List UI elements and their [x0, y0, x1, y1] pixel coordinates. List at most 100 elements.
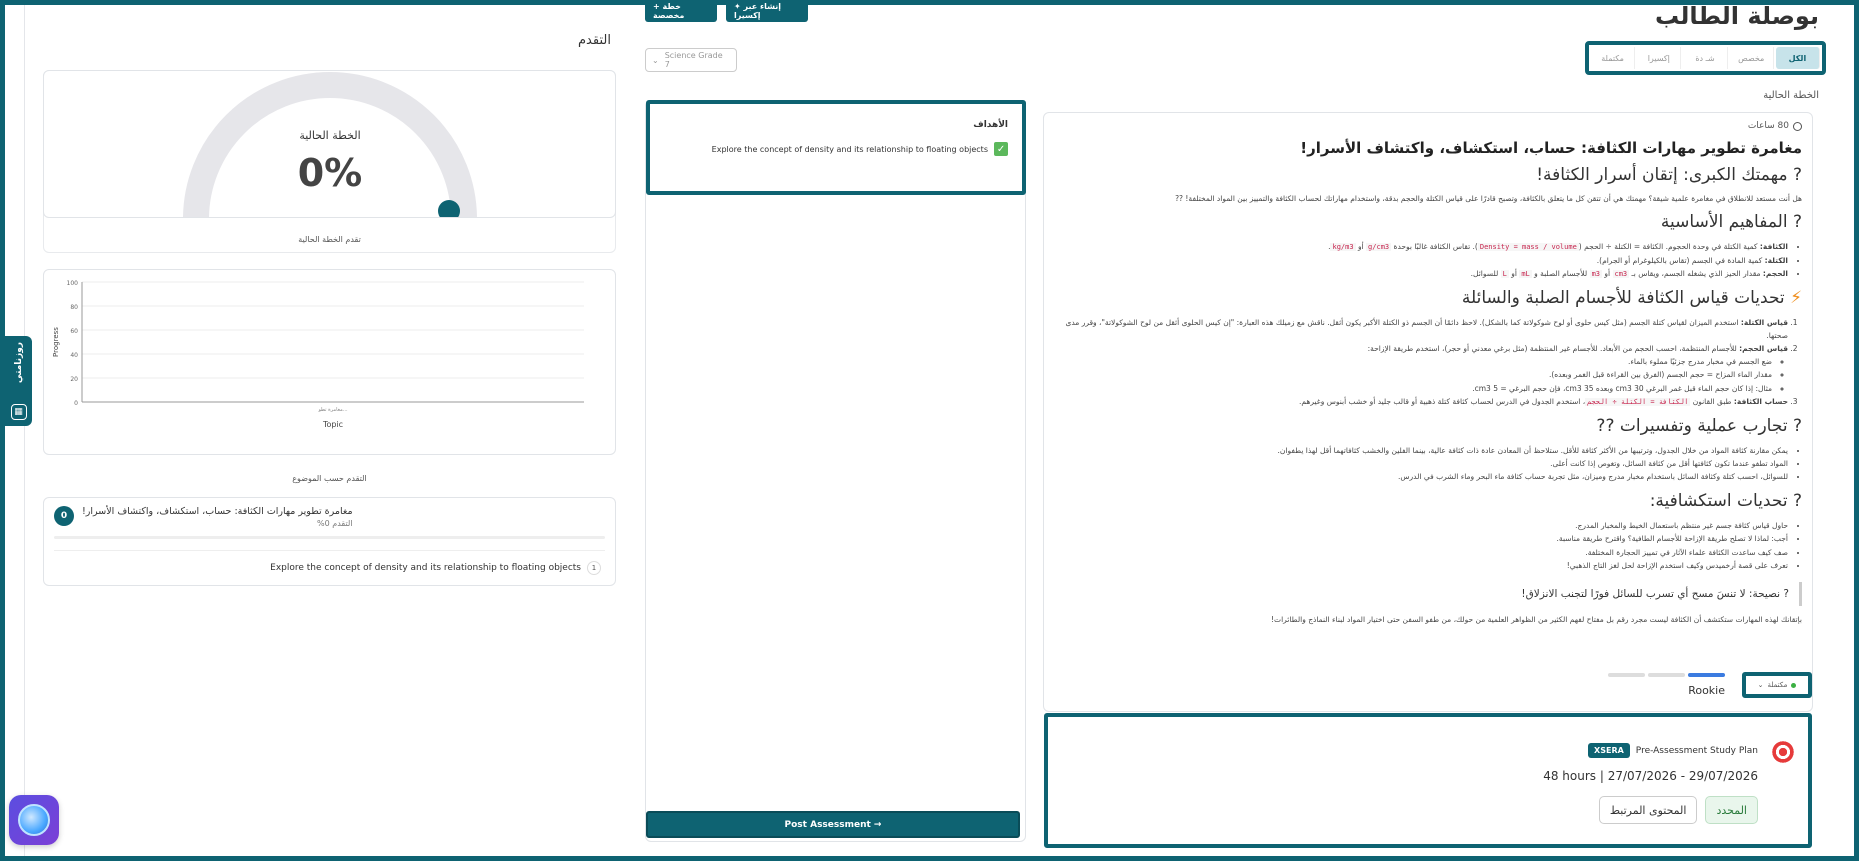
level-bar [1688, 673, 1725, 677]
status-dropdown[interactable]: ⌄ مكتملة [1742, 672, 1812, 698]
side-tab-label: روزنامتي [13, 342, 24, 384]
y-tick-label: 80 [70, 304, 78, 311]
objective-text: Explore the concept of density and its r… [711, 144, 988, 154]
lightning-icon: ⚡ [1790, 287, 1802, 308]
status-dot-icon [1791, 682, 1797, 688]
related-content-button[interactable]: المحتوى المرتبط [1598, 796, 1698, 824]
chevron-down-icon: ⌄ [652, 55, 659, 65]
objective-number: 1 [587, 561, 601, 575]
filter-custom[interactable]: مخصص [1730, 47, 1774, 69]
xsera-badge: XSERA [1588, 743, 1630, 758]
list-item: الكثافة: كمية الكتلة في وحدة الحجوم. الك… [1054, 240, 1788, 253]
concepts-list: الكثافة: كمية الكتلة في وحدة الحجوم. الك… [1054, 240, 1802, 280]
filter-all[interactable]: الكل [1775, 47, 1821, 69]
gauge-value: 0% [298, 151, 363, 195]
status-value: مكتملة [1767, 681, 1788, 689]
selected-button[interactable]: المحدد [1705, 796, 1758, 824]
objectives-box: الأهداف ✓ Explore the concept of density… [646, 100, 1026, 195]
plan-title: Pre-Assessment Study Plan [1635, 745, 1758, 756]
list-item: حساب الكثافة: طبق القانون الكثافة = الكت… [1054, 395, 1788, 408]
x-axis-label: Topic [322, 420, 343, 429]
y-tick-label: 60 [70, 328, 78, 335]
topic-row[interactable]: 0 مغامرة تطوير مهارات الكثافة: حساب، است… [54, 506, 605, 528]
plan-title-row: XSERA Pre-Assessment Study Plan [1588, 743, 1758, 758]
list-item: قياس الكتلة: استخدم الميزان لقياس كتلة ا… [1054, 316, 1789, 342]
experiments-heading: ? تجارب عملية وتفسيرات ?? [1596, 415, 1802, 436]
filter-tabs: مكتملة إكسيرا شـ دة مخصص الكل [1585, 41, 1826, 75]
assistant-orb-icon [18, 804, 50, 836]
left-strip [5, 5, 25, 856]
level-bar [1608, 673, 1645, 677]
objective-item[interactable]: ✓ Explore the concept of density and its… [664, 142, 1008, 156]
create-xsera-button[interactable]: ✦ إنشاء عبر إكسيرا [726, 0, 808, 22]
topic-percent: التقدم 0% [317, 519, 353, 528]
topic-title: مغامرة تطوير مهارات الكثافة: حساب، استكش… [82, 506, 353, 517]
closing-text: بإتقانك لهذه المهارات ستكتشف أن الكثافة … [1271, 614, 1802, 624]
list-item: مقدار الماء المزاح = حجم الجسم (الفرق بي… [1054, 368, 1772, 381]
page-title: بوصلة الطالب [1654, 2, 1819, 30]
y-tick-label: 20 [70, 376, 78, 383]
post-assessment-button[interactable]: Post Assessment → [646, 811, 1020, 838]
challenges-heading: ⚡ تحديات قياس الكثافة للأجسام الصلبة وال… [1461, 287, 1802, 308]
gauge-label: الخطة الحالية [299, 129, 360, 142]
list-item: أجب: لماذا لا تصلح طريقة الإزاحة للأجسام… [1054, 532, 1788, 545]
list-item: ضع الجسم في مخبار مدرج جزئيًا مملوء بالم… [1054, 355, 1772, 368]
chart-caption: التقدم حسب الموضوع [292, 474, 367, 483]
list-item: يمكن مقارنة كثافة المواد من خلال الجدول،… [1054, 444, 1788, 457]
x-tick-label: مغامرة تطو... [317, 407, 348, 413]
clock-icon [1793, 121, 1802, 131]
progress-title: التقدم [578, 33, 611, 48]
lesson-card: 80 ساعات مغامرة تطوير مهارات الكثافة: حس… [1043, 112, 1813, 712]
y-axis-label: Progress [52, 327, 60, 357]
topic-number: 0 [54, 506, 74, 526]
list-item: الكتلة: كمية المادة في الجسم (تقاس بالكي… [1054, 254, 1788, 267]
grade-select-value: Science Grade 7 [664, 51, 723, 69]
plan-buttons: المحتوى المرتبط المحدد [1598, 796, 1758, 824]
ai-assistant-button[interactable] [9, 795, 59, 845]
calendar-icon: ▦ [10, 404, 27, 420]
list-item: للسوائل، احسب كتلة وكثافة السائل باستخدا… [1054, 470, 1788, 483]
level-label: Rookie [1688, 684, 1725, 697]
custom-plan-button[interactable]: + خطة مخصصة [645, 0, 717, 22]
gauge-caption: تقدم الخطة الحالية [298, 235, 361, 244]
gauge-card: الخطة الحالية 0% [43, 70, 616, 218]
study-plan-card[interactable]: XSERA Pre-Assessment Study Plan 48 hours… [1044, 713, 1812, 848]
lesson-hours: 80 ساعات [1054, 121, 1802, 131]
objective-row-text: Explore the concept of density and its r… [270, 563, 581, 573]
current-plan-label: الخطة الحالية [1763, 90, 1819, 101]
divider [54, 550, 605, 551]
topic-chart-card: 0 20 40 60 80 100 مغامرة تطو... Topic Progress [43, 269, 616, 455]
exploration-list: حاول قياس كثافة جسم غير منتظم باستعمال ا… [1054, 519, 1802, 572]
y-tick-label: 100 [67, 280, 79, 287]
challenges-list: قياس الكتلة: استخدم الميزان لقياس كتلة ا… [1054, 316, 1802, 408]
list-item: الحجم: مقدار الحيز الذي يشغله الجسم، ويق… [1054, 267, 1788, 280]
list-item: تعرف على قصة أرخميدس وكيف استخدم الإزاحة… [1054, 559, 1788, 572]
gauge-svg: الخطة الحالية 0% [183, 72, 477, 217]
topic-progress-card: 0 مغامرة تطوير مهارات الكثافة: حساب، است… [43, 497, 616, 586]
level-bar [1648, 673, 1685, 677]
topic-text: مغامرة تطوير مهارات الكثافة: حساب، استكش… [82, 506, 353, 528]
lesson-title: مغامرة تطوير مهارات الكثافة: حساب، استكش… [1300, 139, 1802, 157]
list-item: مثال: إذا كان حجم الماء قبل غمر البرغي 3… [1054, 382, 1772, 395]
concepts-heading: ? المفاهيم الأساسية [1660, 212, 1802, 233]
mission-text: هل أنت مستعد للانطلاق في مغامرة علمية شي… [1175, 194, 1802, 203]
mission-heading: ? مهمتك الكبرى: إتقان أسرار الكثافة! [1536, 165, 1802, 185]
filter-completed[interactable]: مكتملة [1591, 47, 1636, 69]
list-item: حاول قياس كثافة جسم غير منتظم باستعمال ا… [1054, 519, 1788, 532]
grade-select[interactable]: ⌄ Science Grade 7 [645, 48, 737, 72]
y-tick-label: 40 [70, 352, 78, 359]
list-item: صف كيف ساعدت الكثافة علماء الآثار في تمي… [1054, 546, 1788, 559]
objectives-title: الأهداف [973, 120, 1008, 130]
checkbox-checked-icon[interactable]: ✓ [994, 142, 1008, 156]
list-item: المواد تطفو عندما تكون كثافتها أقل من كث… [1054, 457, 1788, 470]
topic-progress-bar [54, 536, 605, 539]
safety-tip: ? نصيحة: لا تنسَ مسح أي تسرب للسائل فورً… [1054, 581, 1802, 606]
filter-xsera[interactable]: إكسيرا [1637, 47, 1682, 69]
level-bars [1608, 673, 1725, 677]
topic-chart: 0 20 40 60 80 100 مغامرة تطو... Topic Progress [52, 280, 584, 429]
filter-shared[interactable]: شـ دة [1683, 47, 1728, 69]
objective-row[interactable]: Explore the concept of density and its r… [270, 561, 601, 575]
exploration-heading: ? تحديات استكشافية: [1649, 491, 1802, 512]
calendar-side-tab[interactable]: روزنامتي ▦ [5, 336, 32, 426]
list-item: قياس الحجم: للأجسام المنتظمة، احسب الحجم… [1054, 342, 1788, 395]
